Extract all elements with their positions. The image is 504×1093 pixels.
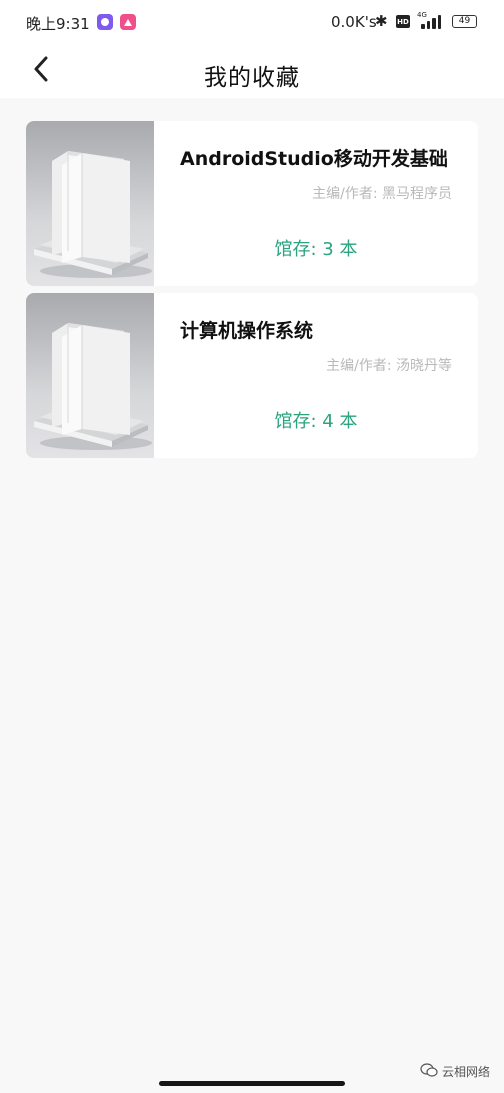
notification-app-icon (120, 14, 136, 30)
book-author: 主编/作者: 黑马程序员 (312, 186, 452, 202)
book-card[interactable]: 计算机操作系统 主编/作者: 汤晓丹等 馆存: 4 本 (26, 293, 478, 458)
book-title: 计算机操作系统 (180, 320, 314, 342)
battery-level: 49 (458, 16, 471, 26)
network-speed: 0.0K's (331, 13, 377, 31)
favorites-list: AndroidStudio移动开发基础 主编/作者: 黑马程序员 馆存: 3 本… (26, 121, 478, 465)
wechat-icon (420, 1063, 438, 1080)
title-bar: 我的收藏 (0, 46, 504, 98)
status-time: 晚上9:31 (26, 15, 90, 33)
page-title: 我的收藏 (204, 65, 300, 91)
book-title: AndroidStudio移动开发基础 (180, 148, 448, 170)
book-card[interactable]: AndroidStudio移动开发基础 主编/作者: 黑马程序员 馆存: 3 本 (26, 121, 478, 286)
book-author: 主编/作者: 汤晓丹等 (326, 358, 452, 374)
status-bar: 晚上9:31 0.0K's ✱ HD 4G 49 (0, 0, 504, 46)
signal-icon (421, 15, 445, 29)
hd-badge: HD (396, 15, 410, 28)
bluetooth-icon: ✱ (375, 12, 388, 30)
book-cover-image (26, 121, 154, 286)
book-stock: 馆存: 3 本 (274, 239, 358, 260)
watermark: 云相网络 (420, 1063, 490, 1080)
watermark-text: 云相网络 (441, 1065, 490, 1079)
home-indicator[interactable] (159, 1081, 345, 1086)
book-stock: 馆存: 4 本 (274, 411, 358, 432)
book-cover-image (26, 293, 154, 458)
notification-app-icon (97, 14, 113, 30)
battery-icon: 49 (452, 15, 477, 28)
